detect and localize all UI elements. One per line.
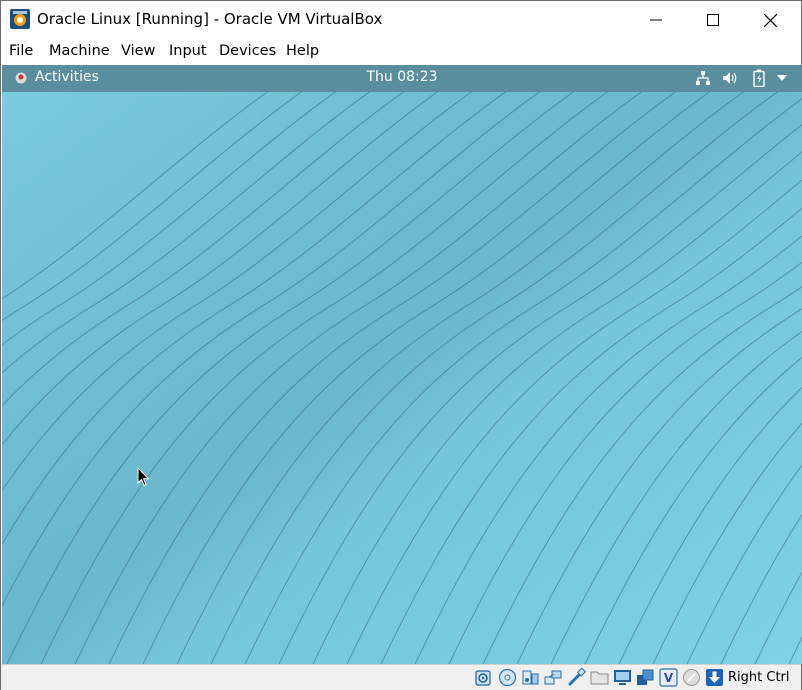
mouse-cursor-icon	[137, 467, 150, 487]
network-adapter-icon[interactable]	[544, 668, 563, 687]
menu-help[interactable]: Help	[286, 43, 319, 59]
virtualbox-window: Oracle Linux [Running] - Oracle VM Virtu…	[0, 0, 802, 690]
host-key-label: Right Ctrl	[728, 670, 790, 685]
network-icon[interactable]	[695, 70, 711, 86]
shared-folders-icon[interactable]	[590, 668, 609, 687]
gnome-top-bar: Activities Thu 08:23	[2, 65, 802, 92]
video-capture-icon[interactable]	[636, 668, 655, 687]
hard-disk-icon[interactable]	[474, 668, 493, 687]
maximize-button[interactable]	[690, 1, 736, 39]
clock[interactable]: Thu 08:23	[2, 69, 802, 85]
minimize-button[interactable]	[633, 1, 679, 39]
menu-devices[interactable]: Devices	[219, 43, 276, 59]
menu-bar: File Machine View Input Devices Help	[1, 39, 801, 65]
status-bar: V Right Ctrl	[1, 664, 801, 690]
host-key-arrow-icon[interactable]	[705, 668, 724, 687]
virtualbox-app-icon	[10, 9, 30, 29]
guest-screen[interactable]: Activities Thu 08:23	[2, 65, 802, 664]
menu-file[interactable]: File	[9, 43, 33, 59]
close-button[interactable]	[747, 1, 793, 39]
battery-icon[interactable]	[753, 69, 765, 87]
mouse-integration-icon[interactable]	[682, 668, 701, 687]
minimize-icon	[650, 19, 662, 21]
desktop-wallpaper[interactable]	[2, 65, 802, 664]
menu-machine[interactable]: Machine	[49, 43, 110, 59]
volume-icon[interactable]	[722, 70, 738, 86]
audio-icon[interactable]	[521, 668, 540, 687]
virtualization-icon[interactable]: V	[659, 668, 678, 687]
window-title: Oracle Linux [Running] - Oracle VM Virtu…	[37, 10, 383, 28]
maximize-icon	[707, 14, 719, 26]
dropdown-arrow-icon[interactable]	[777, 75, 787, 81]
menu-input[interactable]: Input	[169, 43, 207, 59]
close-icon	[763, 13, 777, 27]
svg-text:V: V	[664, 671, 674, 685]
optical-drive-icon[interactable]	[498, 668, 517, 687]
usb-icon[interactable]	[567, 668, 586, 687]
menu-view[interactable]: View	[121, 43, 155, 59]
title-bar[interactable]: Oracle Linux [Running] - Oracle VM Virtu…	[1, 1, 801, 39]
display-icon[interactable]	[613, 668, 632, 687]
